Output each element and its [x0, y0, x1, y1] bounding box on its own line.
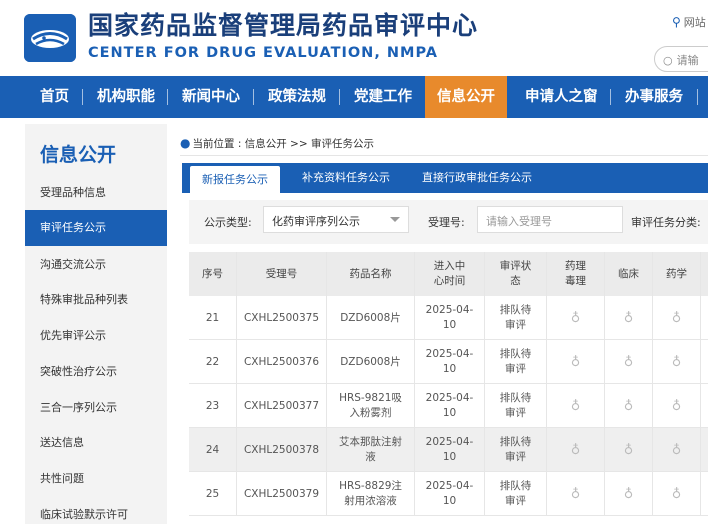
sidebar-item-clinical-trial[interactable]: 临床试验默示许可	[25, 497, 167, 524]
sidebar-item-accepted[interactable]: 受理品种信息	[25, 175, 167, 211]
location-pin-icon: ●	[180, 136, 191, 150]
sidebar-item-special[interactable]: 特殊审批品种列表	[25, 282, 167, 318]
header-pharmacology: 药理毒理	[547, 252, 605, 296]
nav-divider	[253, 89, 254, 105]
nav-item-home[interactable]: 首页	[40, 76, 69, 118]
site-title-en: CENTER FOR DRUG EVALUATION, NMPA	[88, 45, 438, 61]
type-label: 公示类型:	[204, 216, 252, 229]
nav-item-org[interactable]: 机构职能	[97, 76, 155, 118]
lightbulb-icon[interactable]: ♁	[571, 355, 581, 370]
nav-divider	[697, 89, 698, 105]
lightbulb-icon[interactable]: ♁	[672, 443, 682, 458]
sidebar-item-priority[interactable]: 优先审评公示	[25, 318, 167, 354]
table-row[interactable]: 21 CXHL2500375 DZD6008片 2025-04-10 排队待审评…	[189, 296, 708, 340]
breadcrumb-divider	[180, 155, 708, 156]
lightbulb-icon[interactable]: ♁	[624, 355, 634, 370]
nav-item-service[interactable]: 办事服务	[625, 76, 683, 118]
lightbulb-icon[interactable]: ♁	[571, 399, 581, 414]
nav-divider	[82, 89, 83, 105]
header-pharmaceutics: 药学	[653, 252, 701, 296]
tab-supplement-tasks[interactable]: 补充资料任务公示	[302, 163, 390, 193]
lightbulb-icon[interactable]: ♁	[571, 311, 581, 326]
table-header: 序号 受理号 药品名称 进入中心时间 审评状态 药理毒理 临床 药学	[189, 252, 708, 296]
table-row[interactable]: 23 CXHL2500377 HRS-9821吸入粉雾剂 2025-04-10 …	[189, 384, 708, 428]
type-select[interactable]: 化药审评序列公示	[263, 206, 409, 233]
nav-item-applicant[interactable]: 申请人之窗	[525, 76, 598, 118]
lightbulb-icon[interactable]: ♁	[672, 311, 682, 326]
cde-logo-icon[interactable]	[24, 14, 76, 62]
lightbulb-icon[interactable]: ♁	[571, 443, 581, 458]
table-row[interactable]: 24 CXHL2500378 艾本那肽注射液 2025-04-10 排队待审评 …	[189, 428, 708, 472]
nav-item-info[interactable]: 信息公开	[425, 76, 507, 118]
breadcrumb: ● 当前位置 : 信息公开 >> 审评任务公示	[180, 136, 374, 150]
nav-divider	[167, 89, 168, 105]
header-status: 审评状态	[485, 252, 547, 296]
tab-bar: 新报任务公示 补充资料任务公示 直接行政审批任务公示	[182, 163, 708, 193]
sidebar: 信息公开 受理品种信息 审评任务公示 沟通交流公示 特殊审批品种列表 优先审评公…	[25, 124, 167, 524]
header-no: 序号	[189, 252, 237, 296]
nav-item-party[interactable]: 党建工作	[354, 76, 412, 118]
header-clinical: 临床	[605, 252, 653, 296]
header-entry-time: 进入中心时间	[415, 252, 485, 296]
main-nav: 首页 机构职能 新闻中心 政策法规 党建工作 信息公开 申请人之窗 办事服务	[0, 76, 708, 118]
nav-item-policy[interactable]: 政策法规	[268, 76, 326, 118]
lightbulb-icon[interactable]: ♁	[624, 399, 634, 414]
sidebar-item-review-tasks[interactable]: 审评任务公示	[25, 210, 167, 246]
lightbulb-icon[interactable]: ♁	[624, 443, 634, 458]
nav-item-news[interactable]: 新闻中心	[182, 76, 240, 118]
lightbulb-icon[interactable]: ♁	[672, 487, 682, 502]
tab-new-tasks[interactable]: 新报任务公示	[190, 166, 280, 193]
sidebar-item-breakthrough[interactable]: 突破性治疗公示	[25, 354, 167, 390]
lightbulb-icon[interactable]: ♁	[624, 311, 634, 326]
sidebar-item-communication[interactable]: 沟通交流公示	[25, 247, 167, 283]
site-title-cn: 国家药品监督管理局药品审评中心	[88, 11, 479, 40]
sidebar-item-three-in-one[interactable]: 三合一序列公示	[25, 390, 167, 426]
search-icon: ○	[663, 54, 673, 67]
lightbulb-icon[interactable]: ♁	[672, 399, 682, 414]
nav-divider	[610, 89, 611, 105]
header-accept-number: 受理号	[237, 252, 327, 296]
location-pin-icon: ⚲	[672, 15, 681, 29]
chevron-down-icon	[390, 217, 400, 222]
accept-number-input[interactable]: 请输入受理号	[477, 206, 623, 233]
search-input[interactable]: ○ 请输	[654, 46, 708, 72]
table-row[interactable]: 25 CXHL2500379 HRS-8829注射用浓溶液 2025-04-10…	[189, 472, 708, 516]
lightbulb-icon[interactable]: ♁	[624, 487, 634, 502]
site-map-link[interactable]: ⚲ 网站	[672, 14, 706, 30]
tab-direct-approval-tasks[interactable]: 直接行政审批任务公示	[422, 163, 532, 193]
sidebar-item-common-issues[interactable]: 共性问题	[25, 461, 167, 497]
sidebar-item-delivery[interactable]: 送达信息	[25, 425, 167, 461]
sidebar-title: 信息公开	[40, 144, 117, 166]
table-row[interactable]: 22 CXHL2500376 DZD6008片 2025-04-10 排队待审评…	[189, 340, 708, 384]
filter-bar: 公示类型: 化药审评序列公示 受理号: 请输入受理号 审评任务分类:	[189, 200, 708, 244]
header-drug-name: 药品名称	[327, 252, 415, 296]
site-header: 国家药品监督管理局药品审评中心 CENTER FOR DRUG EVALUATI…	[0, 0, 708, 76]
nav-divider	[339, 89, 340, 105]
lightbulb-icon[interactable]: ♁	[571, 487, 581, 502]
category-label: 审评任务分类:	[631, 216, 701, 229]
accept-label: 受理号:	[428, 216, 465, 229]
lightbulb-icon[interactable]: ♁	[672, 355, 682, 370]
